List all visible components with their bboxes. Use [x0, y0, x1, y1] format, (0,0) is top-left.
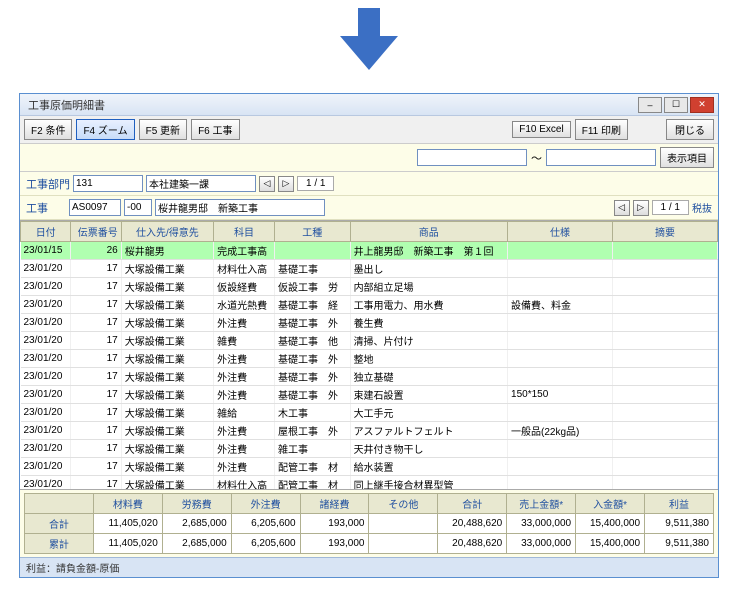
con-page: 1 / 1	[652, 200, 689, 215]
grid-header[interactable]: 工種	[274, 222, 350, 242]
table-row[interactable]: 23/01/2017大塚設備工業外注費配管工事 材給水装置	[21, 458, 718, 476]
summary-table: 材料費労務費外注費諸経費その他合計売上金額*入金額*利益 合計11,405,02…	[24, 493, 714, 554]
summary-header: 諸経費	[300, 494, 369, 514]
con-prev-button[interactable]: ◁	[614, 200, 630, 216]
f5-button[interactable]: F5 更新	[139, 119, 187, 140]
range-to-input[interactable]	[546, 149, 656, 166]
summary-header	[25, 494, 94, 514]
close-app-button[interactable]: 閉じる	[666, 119, 714, 140]
summary-header: 利益	[645, 494, 714, 514]
department-filter-row: 工事部門 ◁ ▷ 1 / 1	[20, 172, 718, 196]
titlebar: 工事原価明細書 – ☐ ✕	[20, 94, 718, 116]
grid-header[interactable]: 日付	[21, 222, 71, 242]
summary-header: 売上金額*	[507, 494, 576, 514]
table-row[interactable]: 23/01/2017大塚設備工業外注費基礎工事 外独立基礎	[21, 368, 718, 386]
range-from-input[interactable]	[417, 149, 527, 166]
table-row[interactable]: 23/01/2017大塚設備工業材料仕入高配管工事 材同上継手接合材異型管	[21, 476, 718, 491]
search-bar: ～ 表示項目	[20, 144, 718, 172]
table-row[interactable]: 23/01/2017大塚設備工業水道光熱費基礎工事 経工事用電力、用水費設備費、…	[21, 296, 718, 314]
summary-header: 外注費	[231, 494, 300, 514]
summary-header: 入金額*	[576, 494, 645, 514]
grid-header[interactable]: 伝票番号	[71, 222, 121, 242]
status-bar: 利益：請負金額-原価	[20, 557, 718, 577]
department-code-input[interactable]	[73, 175, 143, 192]
detail-grid: 日付伝票番号仕入先/得意先科目工種商品仕様摘要 23/01/1526桜井龍男完成…	[20, 221, 718, 490]
construction-code-input[interactable]	[69, 199, 121, 216]
detail-window: 工事原価明細書 – ☐ ✕ F2 条件 F4 ズーム F5 更新 F6 工事 F…	[19, 93, 719, 578]
dept-next-button[interactable]: ▷	[278, 176, 294, 192]
grid-header[interactable]: 摘要	[612, 222, 717, 242]
toolbar: F2 条件 F4 ズーム F5 更新 F6 工事 F10 Excel F11 印…	[20, 116, 718, 144]
grid-header[interactable]: 科目	[214, 222, 275, 242]
table-row[interactable]: 23/01/2017大塚設備工業仮設経費仮設工事 労内部組立足場	[21, 278, 718, 296]
summary-header: 合計	[438, 494, 507, 514]
minimize-button[interactable]: –	[638, 97, 662, 113]
f11-button[interactable]: F11 印刷	[575, 119, 628, 140]
dept-prev-button[interactable]: ◁	[259, 176, 275, 192]
f6-button[interactable]: F6 工事	[191, 119, 239, 140]
grid-header[interactable]: 仕入先/得意先	[121, 222, 213, 242]
summary-row: 合計11,405,0202,685,0006,205,600193,00020,…	[25, 514, 714, 534]
construction-name-input[interactable]	[155, 199, 325, 216]
table-row[interactable]: 23/01/2017大塚設備工業雑給木工事大工手元	[21, 404, 718, 422]
tax-label: 税抜	[692, 200, 712, 215]
table-row[interactable]: 23/01/2017大塚設備工業外注費屋根工事 外アスファルトフェルト一般品(2…	[21, 422, 718, 440]
close-button[interactable]: ✕	[690, 97, 714, 113]
summary-header: 労務費	[162, 494, 231, 514]
table-row[interactable]: 23/01/2017大塚設備工業雑費基礎工事 他清掃、片付け	[21, 332, 718, 350]
table-row[interactable]: 23/01/2017大塚設備工業外注費基礎工事 外養生費	[21, 314, 718, 332]
grid-area[interactable]: 日付伝票番号仕入先/得意先科目工種商品仕様摘要 23/01/1526桜井龍男完成…	[20, 220, 718, 490]
con-next-button[interactable]: ▷	[633, 200, 649, 216]
table-row[interactable]: 23/01/2017大塚設備工業外注費雑工事天井付き物干し	[21, 440, 718, 458]
tilde-label: ～	[531, 150, 542, 166]
f10-button[interactable]: F10 Excel	[512, 121, 570, 138]
construction-label: 工事	[26, 200, 66, 216]
summary-area: 材料費労務費外注費諸経費その他合計売上金額*入金額*利益 合計11,405,02…	[20, 490, 718, 557]
summary-header: その他	[369, 494, 438, 514]
construction-sub-input[interactable]	[124, 199, 152, 216]
table-row[interactable]: 23/01/1526桜井龍男完成工事高井上龍男邸 新築工事 第１回	[21, 242, 718, 260]
f4-button[interactable]: F4 ズーム	[76, 119, 134, 140]
maximize-button[interactable]: ☐	[664, 97, 688, 113]
summary-row: 累計11,405,0202,685,0006,205,600193,00020,…	[25, 534, 714, 554]
window-title: 工事原価明細書	[24, 97, 636, 113]
department-name-input[interactable]	[146, 175, 256, 192]
grid-header[interactable]: 商品	[350, 222, 507, 242]
table-row[interactable]: 23/01/2017大塚設備工業外注費基礎工事 外束建石設置150*150	[21, 386, 718, 404]
display-items-button[interactable]: 表示項目	[660, 147, 714, 168]
down-arrow	[0, 0, 738, 93]
summary-header: 材料費	[93, 494, 162, 514]
grid-header[interactable]: 仕様	[508, 222, 613, 242]
table-row[interactable]: 23/01/2017大塚設備工業材料仕入高基礎工事墨出し	[21, 260, 718, 278]
dept-page: 1 / 1	[297, 176, 334, 191]
table-row[interactable]: 23/01/2017大塚設備工業外注費基礎工事 外整地	[21, 350, 718, 368]
construction-filter-row: 工事 ◁ ▷ 1 / 1 税抜	[20, 196, 718, 220]
f2-button[interactable]: F2 条件	[24, 119, 72, 140]
department-label: 工事部門	[26, 176, 70, 192]
status-text: 利益：請負金額-原価	[26, 564, 119, 575]
